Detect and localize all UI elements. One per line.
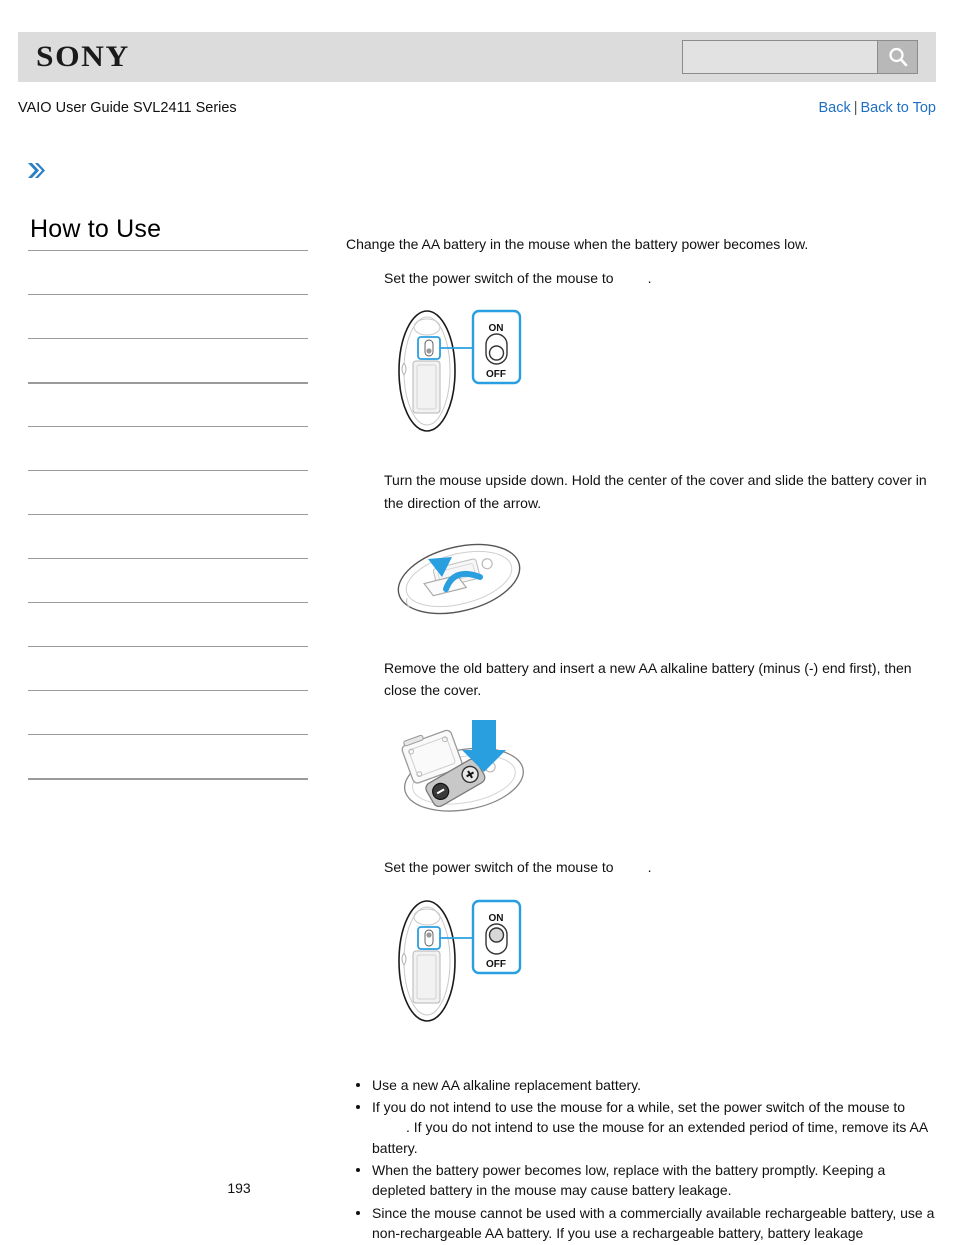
back-to-top-link[interactable]: Back to Top <box>860 100 936 116</box>
sidebar-item-7[interactable] <box>28 558 308 602</box>
search-input[interactable] <box>683 41 877 73</box>
main-content: Change the AA battery in the mouse when … <box>346 234 936 1245</box>
step-1-text-before: Set the power switch of the mouse to <box>384 269 614 286</box>
switch-on-label: ON <box>489 913 504 924</box>
site-header: SONY <box>18 32 936 82</box>
step-3: Remove the old battery and insert a new … <box>346 657 936 826</box>
sidebar-item-4[interactable] <box>28 426 308 470</box>
sidebar-item-5[interactable] <box>28 470 308 514</box>
search-box[interactable] <box>682 40 918 74</box>
back-link[interactable]: Back <box>818 100 850 116</box>
note-0-part1: Use a new AA alkaline replacement batter… <box>372 1076 642 1093</box>
step-4-text-after: . <box>647 859 652 876</box>
search-icon <box>886 45 910 69</box>
sidebar-bottom-divider <box>28 778 308 780</box>
step-1: Set the power switch of the mouse to. ON… <box>346 267 936 442</box>
note-item: Since the mouse cannot be used with a co… <box>356 1203 936 1244</box>
sidebar-item-0[interactable] <box>28 250 308 294</box>
step-4: Set the power switch of the mouse to. ON… <box>346 856 936 1031</box>
double-chevron-right-icon[interactable] <box>27 160 47 182</box>
sidebar-item-1[interactable] <box>28 294 308 338</box>
header-nav-links: Back | Back to Top <box>818 100 936 116</box>
page-number: 193 <box>0 1180 954 1196</box>
intro-paragraph: Change the AA battery in the mouse when … <box>346 236 809 252</box>
step-3-text: Remove the old battery and insert a new … <box>384 659 912 699</box>
sidebar-item-11[interactable] <box>28 734 308 778</box>
step-2: Turn the mouse upside down. Hold the cen… <box>346 469 936 626</box>
document-title: VAIO User Guide SVL2411 Series <box>18 100 237 116</box>
note-3-part1: Since the mouse cannot be used with a co… <box>372 1204 935 1241</box>
sidebar-item-3[interactable] <box>28 382 308 426</box>
note-item: If you do not intend to use the mouse fo… <box>356 1097 936 1158</box>
step-4-text: Set the power switch of the mouse to. <box>384 856 936 879</box>
mouse-slide-cover-diagram <box>384 527 936 627</box>
nav-separator: | <box>853 100 858 116</box>
switch-off-label: OFF <box>486 959 506 970</box>
sidebar-item-10[interactable] <box>28 690 308 734</box>
page-number-value: 193 <box>227 1180 251 1196</box>
mouse-bottom-switch-off-diagram: ON OFF <box>384 301 936 441</box>
search-button[interactable] <box>877 41 917 73</box>
sidebar-item-8[interactable] <box>28 602 308 646</box>
sidebar-item-9[interactable] <box>28 646 308 690</box>
note-1-part2: . If you do not intend to use the mouse … <box>372 1119 928 1156</box>
step-2-text: Turn the mouse upside down. Hold the cen… <box>384 472 927 512</box>
step-1-text: Set the power switch of the mouse to. <box>384 267 936 290</box>
switch-on-label: ON <box>489 323 504 334</box>
note-1-part1: If you do not intend to use the mouse fo… <box>372 1099 906 1116</box>
step-1-text-after: . <box>647 269 652 286</box>
sidebar-item-6[interactable] <box>28 514 308 558</box>
sidebar-navigation: How to Use <box>28 214 308 780</box>
step-4-text-before: Set the power switch of the mouse to <box>384 859 614 876</box>
mouse-bottom-switch-on-diagram: ON OFF <box>384 891 936 1031</box>
sidebar-title: How to Use <box>30 215 162 243</box>
note-item: Use a new AA alkaline replacement batter… <box>356 1075 936 1095</box>
sidebar-item-2[interactable] <box>28 338 308 382</box>
switch-off-label: OFF <box>486 369 506 380</box>
sony-logo: SONY <box>36 40 130 73</box>
notes-list: Use a new AA alkaline replacement batter… <box>346 1075 936 1243</box>
mouse-insert-battery-diagram <box>384 714 936 826</box>
